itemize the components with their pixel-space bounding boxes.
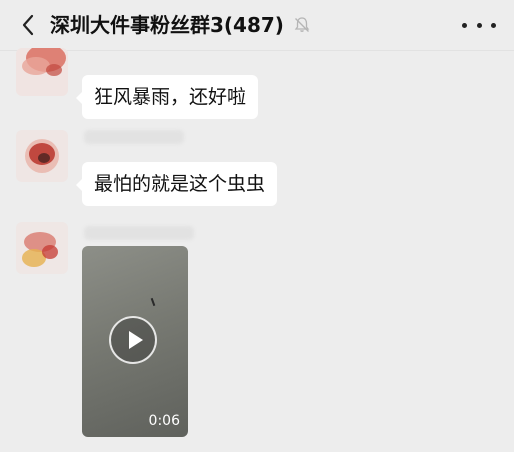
video-message[interactable]: 0:06 <box>82 246 188 437</box>
message-text: 最怕的就是这个虫虫 <box>94 173 266 195</box>
message-bubble[interactable]: 狂风暴雨，还好啦 <box>75 75 259 119</box>
chat-header: 深圳大件事粉丝群3(487) <box>0 0 514 51</box>
muted-bell-icon <box>294 17 310 32</box>
video-frame-detail <box>150 297 156 307</box>
video-duration: 0:06 <box>148 413 180 429</box>
avatar-image <box>16 130 68 182</box>
avatar[interactable] <box>16 222 68 274</box>
sender-name <box>84 226 194 240</box>
message-bubble[interactable]: 最怕的就是这个虫虫 <box>75 162 278 206</box>
sender-name <box>84 130 184 144</box>
more-dots-icon <box>491 22 496 28</box>
avatar[interactable] <box>16 130 68 182</box>
more-dots-icon <box>462 22 467 28</box>
back-button[interactable] <box>14 8 42 42</box>
play-icon[interactable] <box>109 316 157 364</box>
back-arrow-icon <box>22 14 34 36</box>
chat-title: 深圳大件事粉丝群3(487) <box>50 13 284 37</box>
more-options-button[interactable] <box>462 14 496 36</box>
avatar[interactable] <box>16 48 68 96</box>
avatar-image <box>16 222 68 274</box>
avatar-image <box>16 48 68 96</box>
message-text: 狂风暴雨，还好啦 <box>94 86 247 108</box>
more-dots-icon <box>476 22 482 28</box>
